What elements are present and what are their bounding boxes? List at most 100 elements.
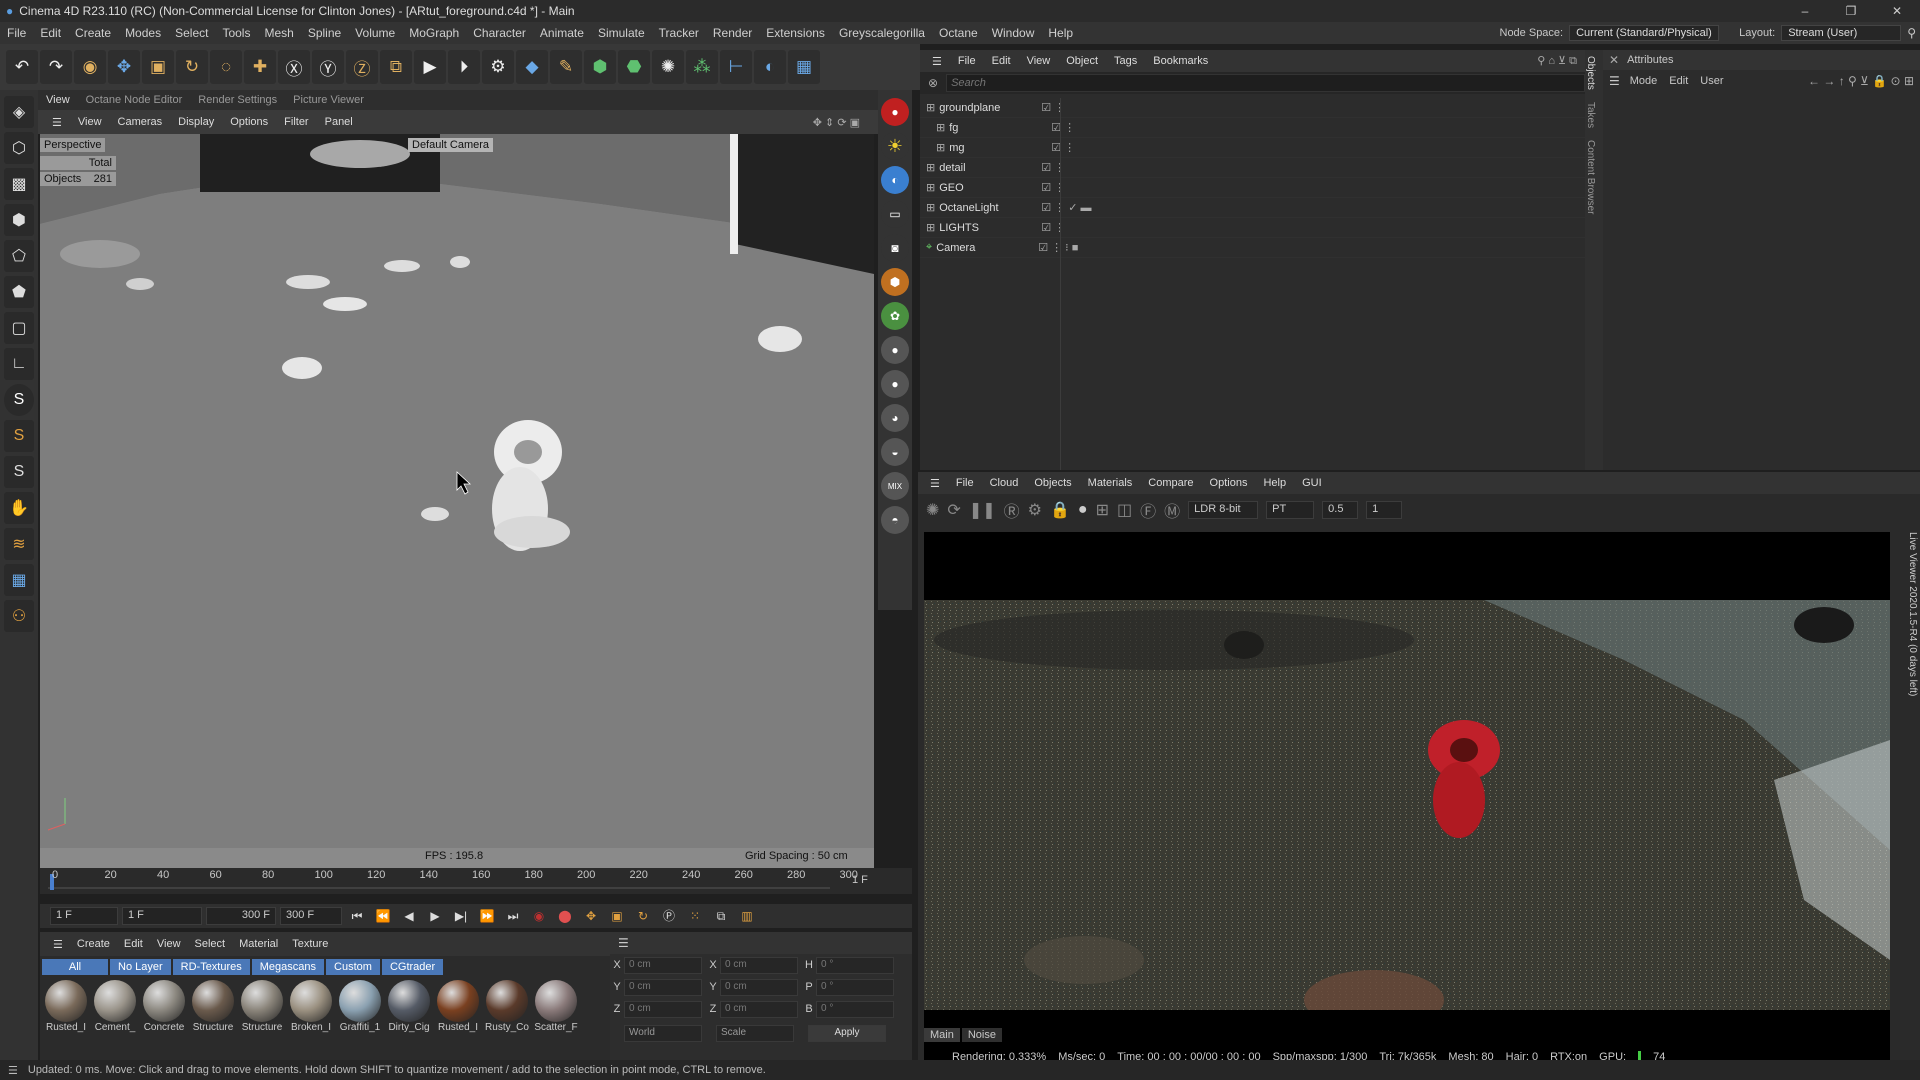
filter-megascans[interactable]: Megascans [251, 959, 325, 975]
pick-focus-icon[interactable]: ⊞ [1096, 500, 1109, 520]
menu-window[interactable]: Window [985, 22, 1042, 44]
material-item[interactable]: Structure [191, 980, 235, 1033]
value2-field[interactable]: 1 [1366, 501, 1403, 519]
cube-icon[interactable]: ◆ [516, 50, 548, 84]
make-editable-icon[interactable]: ◈ [4, 96, 34, 128]
minimize-icon[interactable]: – [1782, 0, 1828, 22]
world-select[interactable]: World [624, 1024, 702, 1042]
close-icon[interactable]: ✕ [1609, 53, 1619, 67]
film-icon[interactable]: Ⓕ [1140, 498, 1156, 522]
render-image[interactable] [924, 600, 1890, 1010]
region-icon[interactable]: Ⓡ [1004, 498, 1020, 522]
pen-icon[interactable]: ✎ [550, 50, 582, 84]
vp-menu-options[interactable]: Options [222, 116, 276, 128]
clay-icon[interactable]: ● [1078, 501, 1088, 519]
add-icon[interactable]: ✚ [244, 50, 276, 84]
floor-icon[interactable]: ▦ [788, 50, 820, 84]
record-icon[interactable]: ● [881, 98, 909, 126]
environment-icon[interactable]: ◐ [881, 166, 909, 194]
oc-menu-cloud[interactable]: Cloud [982, 477, 1027, 489]
attr-menu-user[interactable]: User [1700, 75, 1723, 87]
key-parameter-icon[interactable]: Ⓟ [658, 906, 680, 926]
filter-rd-textures[interactable]: RD-Textures [172, 959, 250, 975]
menu-render[interactable]: Render [706, 22, 759, 44]
close-icon[interactable]: ✕ [1874, 0, 1920, 22]
recent-tool-icon[interactable]: ◌ [210, 50, 242, 84]
material-item[interactable]: Broken_I [289, 980, 333, 1033]
menu-file[interactable]: File [0, 22, 33, 44]
search-icon[interactable]: ⚲ [1907, 26, 1916, 40]
camera-icon[interactable]: ◙ [881, 234, 909, 262]
pos-x-field[interactable]: 0 cm [624, 956, 702, 974]
edges-mode-icon[interactable]: ⬠ [4, 240, 34, 272]
camera-tool-icon[interactable]: ◐ [754, 50, 786, 84]
motion-icon[interactable]: ▥ [736, 906, 758, 926]
oc-menu-options[interactable]: Options [1202, 477, 1256, 489]
oc-menu-help[interactable]: Help [1255, 477, 1294, 489]
go-to-end-icon[interactable]: ⏭ [502, 906, 524, 926]
mat-menu-edit[interactable]: Edit [117, 938, 150, 950]
menu-tools[interactable]: Tools [215, 22, 257, 44]
redo-icon[interactable]: ↷ [40, 50, 72, 84]
settings-icon[interactable]: ⚙ [1028, 500, 1042, 520]
ldr-select[interactable]: LDR 8-bit [1188, 501, 1259, 519]
oc-menu-objects[interactable]: Objects [1026, 477, 1079, 489]
mat-menu-view[interactable]: View [150, 938, 188, 950]
tab-octane-node-editor[interactable]: Octane Node Editor [78, 94, 191, 106]
specular-material-icon[interactable]: ● [881, 370, 909, 398]
material-item[interactable]: Rusted_I [436, 980, 480, 1033]
obj-menu-file[interactable]: File [950, 55, 984, 67]
points-mode-icon[interactable]: ⬢ [4, 204, 34, 236]
snap-settings-icon[interactable]: S [4, 420, 34, 452]
metal-material-icon[interactable]: ◒ [881, 438, 909, 466]
end-frame-field[interactable]: 300 F [280, 907, 342, 925]
menu-extensions[interactable]: Extensions [759, 22, 832, 44]
render-view-icon[interactable]: ▶ [414, 50, 446, 84]
menu-mesh[interactable]: Mesh [257, 22, 300, 44]
glossy-material-icon[interactable]: ● [881, 336, 909, 364]
model-mode-icon[interactable]: ⬡ [4, 132, 34, 164]
object-search-input[interactable] [946, 74, 1585, 92]
filter-no-layer[interactable]: No Layer [110, 959, 171, 975]
scene-icon[interactable]: ⊢ [720, 50, 752, 84]
deformer-icon[interactable]: ✺ [652, 50, 684, 84]
object-row[interactable]: ⊞ fg ☑ ⋮ [920, 118, 1585, 138]
menu-character[interactable]: Character [466, 22, 533, 44]
object-row[interactable]: ⊞ OctaneLight ☑ ⋮ ✓ ▬ [920, 198, 1585, 218]
material-pick-icon[interactable]: Ⓜ [1164, 498, 1180, 522]
menu-help[interactable]: Help [1041, 22, 1080, 44]
solo-icon[interactable]: ⚇ [4, 600, 34, 632]
mix-material-icon[interactable]: MIX [881, 472, 909, 500]
composite-material-icon[interactable]: ◓ [881, 506, 909, 534]
record-key-icon[interactable]: ⬤ [554, 906, 576, 926]
tab-takes[interactable]: Takes [1585, 102, 1596, 128]
uv-mode-icon[interactable]: ▢ [4, 312, 34, 344]
y-axis-icon[interactable]: Ⓨ [312, 50, 344, 84]
hamburger-icon[interactable]: ☰ [922, 477, 948, 490]
menu-volume[interactable]: Volume [348, 22, 402, 44]
object-row[interactable]: ⊞ detail ☑ ⋮ [920, 158, 1585, 178]
render-settings-icon[interactable]: ⚙ [482, 50, 514, 84]
lock-icon[interactable]: 🔒 [1050, 500, 1070, 520]
material-item[interactable]: Cement_ [93, 980, 137, 1033]
snap-icon[interactable]: S [4, 384, 34, 416]
menu-greyscalegorilla[interactable]: Greyscalegorilla [832, 22, 932, 44]
object-row[interactable]: ⊞ groundplane ☑ ⋮ [920, 98, 1585, 118]
menu-create[interactable]: Create [68, 22, 118, 44]
material-item[interactable]: Graffiti_1 [338, 980, 382, 1033]
filter-all[interactable]: All [42, 959, 108, 975]
object-row[interactable]: ⌖ Camera ☑ ⋮ ⁝ ■ [920, 238, 1585, 258]
rot-b-field[interactable]: 0 ° [816, 1000, 894, 1018]
pause-icon[interactable]: ❚❚ [969, 500, 996, 520]
tab-picture-viewer[interactable]: Picture Viewer [285, 94, 372, 106]
previous-key-icon[interactable]: ⏪ [372, 906, 394, 926]
hamburger-icon[interactable]: ☰ [46, 938, 70, 951]
lock-workplane-icon[interactable]: ✋ [4, 492, 34, 524]
render-picture-viewer-icon[interactable]: ⏵ [448, 50, 480, 84]
oc-menu-materials[interactable]: Materials [1080, 477, 1141, 489]
object-visibility-flags[interactable]: ☑ ⋮ [1041, 101, 1065, 114]
current-frame-field[interactable]: 1 F [122, 907, 202, 925]
grid-icon[interactable]: ▦ [4, 564, 34, 596]
size-z-field[interactable]: 0 cm [720, 1000, 798, 1018]
object-visibility-flags[interactable]: ☑ ⋮ ⁝ ■ [1038, 241, 1078, 254]
